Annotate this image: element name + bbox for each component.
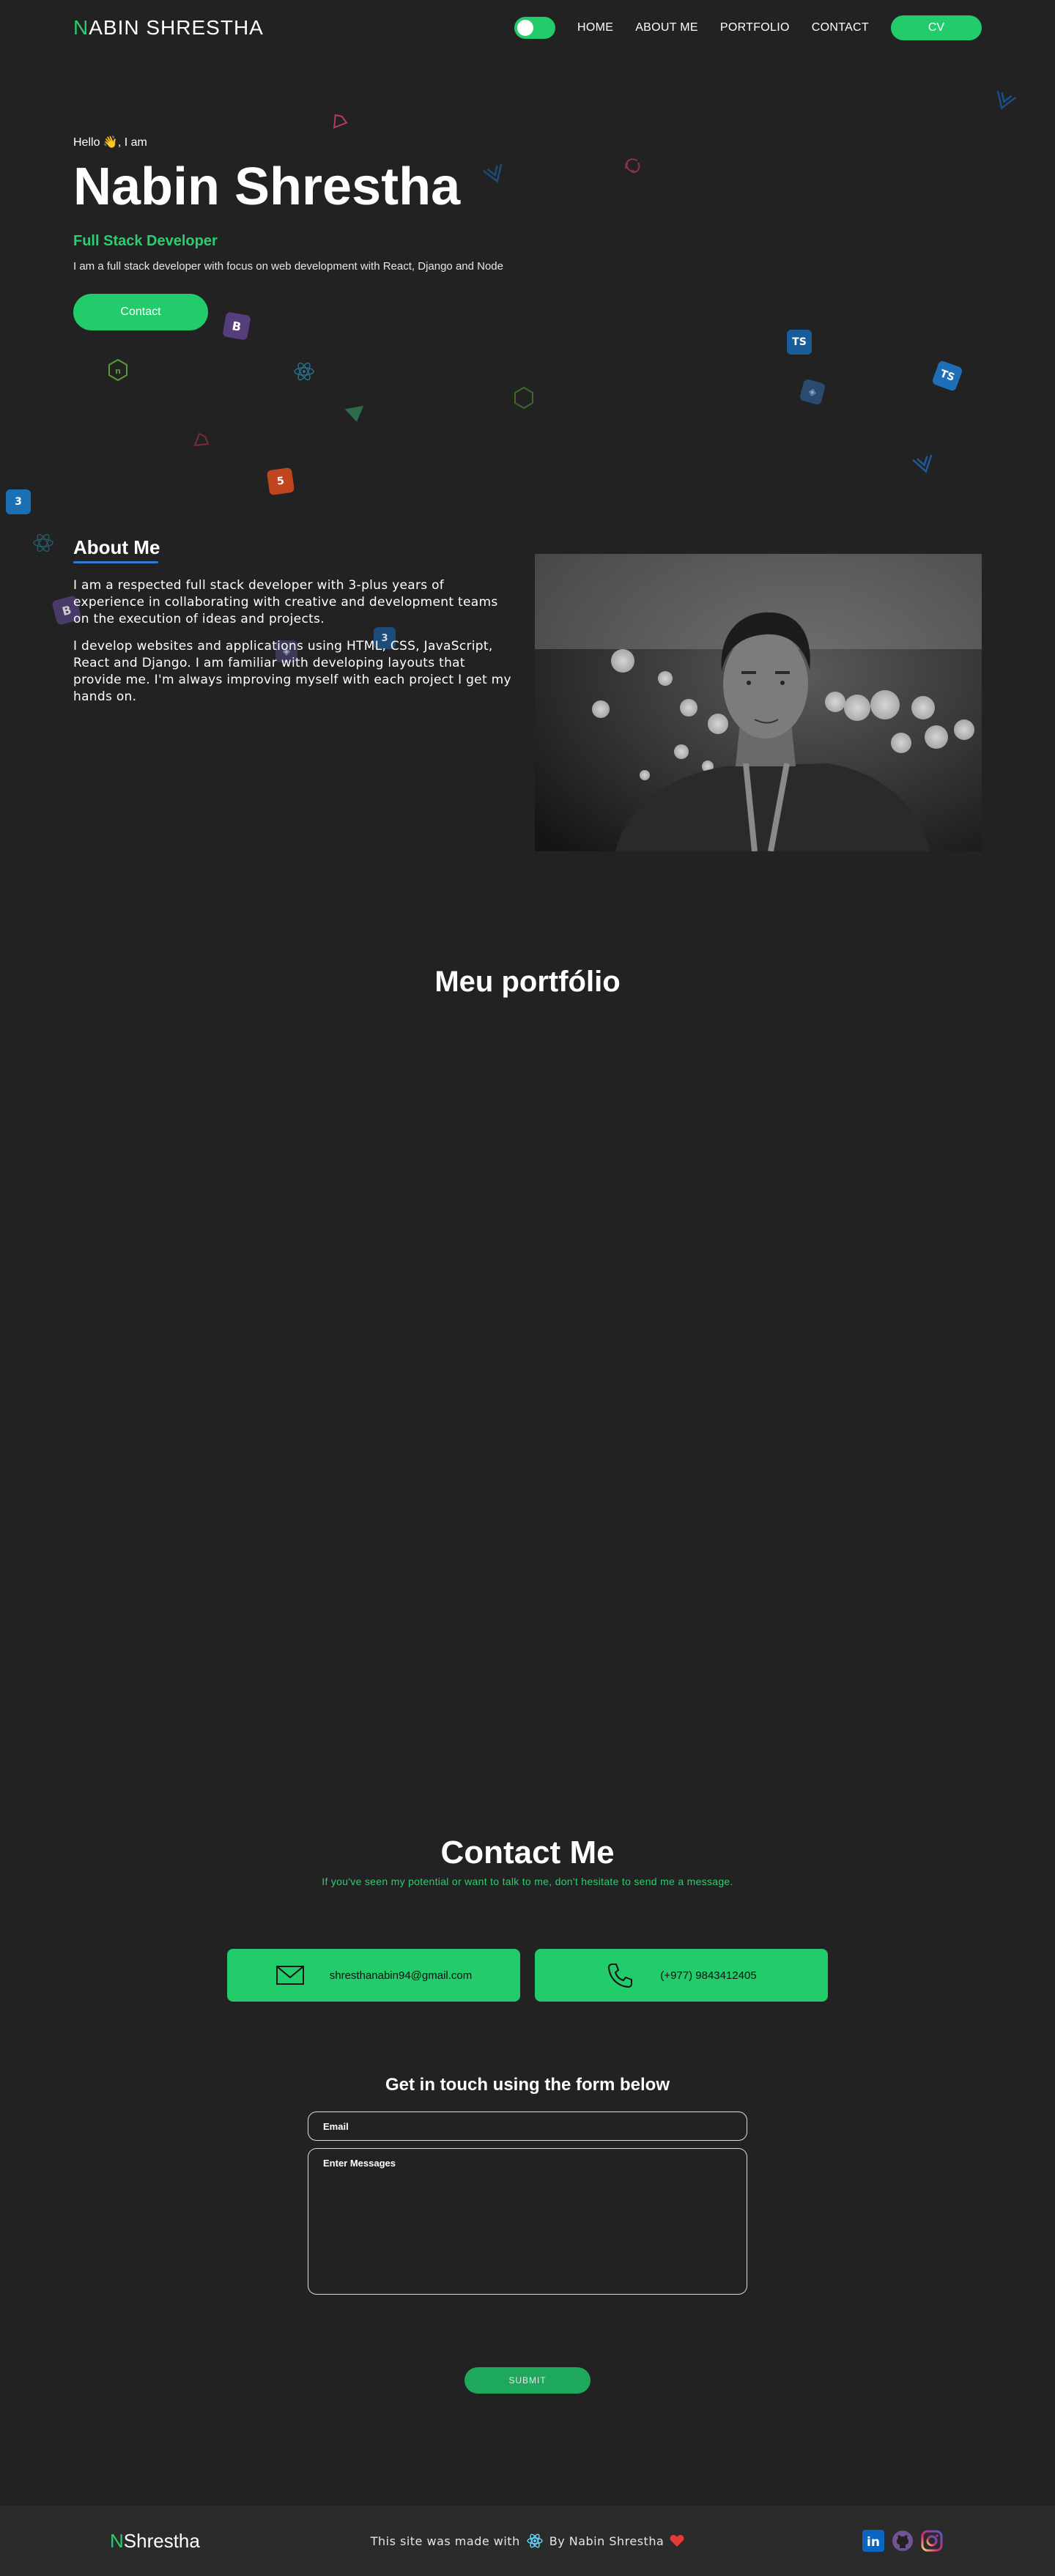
html5-icon: 5 <box>266 467 295 496</box>
nav-link-contact[interactable]: CONTACT <box>812 21 869 34</box>
node-icon: n <box>108 358 127 382</box>
instagram-icon[interactable] <box>920 2529 944 2553</box>
heart-icon <box>670 2535 684 2547</box>
nav-link-home[interactable]: HOME <box>577 21 613 34</box>
profile-photo <box>535 554 982 851</box>
about-text: I am a respected full stack developer wi… <box>73 577 513 716</box>
svg-text:in: in <box>867 2535 880 2550</box>
laravel-icon <box>193 432 210 447</box>
about-title-underline <box>73 561 158 563</box>
typescript-icon: TS <box>931 360 963 392</box>
about-paragraph: I develop websites and applications usin… <box>73 639 511 704</box>
react-icon <box>33 533 53 552</box>
contact-title: Contact Me <box>440 1835 615 1870</box>
bootstrap-icon: B <box>222 311 251 341</box>
portfolio-grid <box>73 1026 982 1758</box>
phone-text: (+977) 9843412405 <box>660 1969 757 1982</box>
portfolio-title: Meu portfólio <box>434 966 621 998</box>
footer: NShrestha This site was made with By Nab… <box>0 2506 1055 2576</box>
mail-icon <box>275 1966 304 1985</box>
react-icon <box>527 2534 543 2548</box>
nav-link-portfolio[interactable]: PORTFOLIO <box>720 21 790 34</box>
top-navbar: NABIN SHRESTHA HOME ABOUT ME PORTFOLIO C… <box>0 0 1055 56</box>
footer-credit-suffix: By Nabin Shrestha <box>549 2534 665 2548</box>
hero-description: I am a full stack developer with focus o… <box>73 260 503 273</box>
form-title: Get in touch using the form below <box>385 2075 670 2095</box>
nav-link-about[interactable]: ABOUT ME <box>635 21 698 34</box>
nav-menu: HOME ABOUT ME PORTFOLIO CONTACT CV <box>514 15 982 40</box>
email-card[interactable]: shresthanabin94@gmail.com <box>227 1949 520 2002</box>
github-icon[interactable] <box>891 2529 914 2553</box>
profile-photo-image <box>535 554 982 851</box>
vue-icon <box>912 454 933 473</box>
typescript-icon: TS <box>787 330 812 355</box>
social-links: in <box>862 2529 944 2553</box>
footer-credit-prefix: This site was made with <box>370 2534 520 2548</box>
hero-greeting: Hello 👋, I am <box>73 136 147 149</box>
hero-role: Full Stack Developer <box>73 233 218 249</box>
theme-toggle[interactable] <box>514 17 555 39</box>
message-field[interactable] <box>308 2148 747 2295</box>
about-paragraph: I am a respected full stack developer wi… <box>73 578 498 626</box>
phone-icon <box>608 1964 633 1988</box>
email-field[interactable] <box>308 2111 747 2141</box>
vue-icon <box>996 90 1017 110</box>
site-logo[interactable]: NABIN SHRESTHA <box>73 16 264 40</box>
hero-contact-button[interactable]: Contact <box>73 294 208 330</box>
phone-card[interactable]: (+977) 9843412405 <box>535 1949 828 2002</box>
webpack-icon: ◈ <box>799 378 826 406</box>
react-icon <box>294 362 314 381</box>
node-icon <box>514 386 533 410</box>
theme-toggle-knob <box>517 20 533 36</box>
email-text: shresthanabin94@gmail.com <box>329 1969 473 1982</box>
logo-initial: N <box>73 16 89 39</box>
css3-icon: 3 <box>6 489 31 514</box>
logo-text: ABIN SHRESTHA <box>89 16 264 39</box>
cv-button[interactable]: CV <box>891 15 982 40</box>
contact-subtitle: If you've seen my potential or want to t… <box>322 1876 733 1887</box>
laravel-icon <box>333 114 348 129</box>
vue-icon <box>344 405 364 422</box>
linkedin-icon[interactable]: in <box>862 2529 885 2553</box>
about-title: About Me <box>73 536 160 558</box>
submit-button[interactable]: SUBMIT <box>464 2367 591 2394</box>
svg-text:n: n <box>115 366 121 376</box>
